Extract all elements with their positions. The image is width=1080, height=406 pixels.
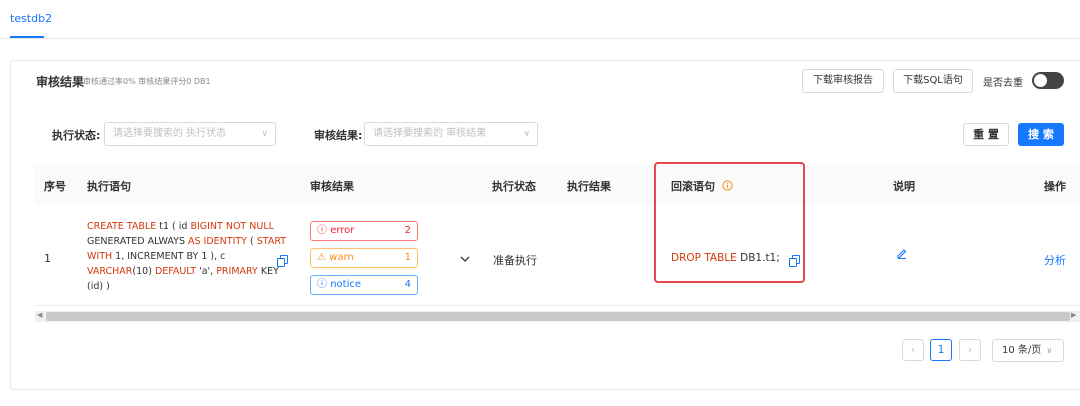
expand-chevron-icon[interactable] — [459, 254, 471, 264]
page-size-value: 10 条/页 — [1002, 345, 1042, 356]
audit-tag-warn[interactable]: ⚠ warn 1 — [310, 248, 418, 268]
exec-status-filter-label: 执行状态: — [52, 129, 101, 142]
notice-label: notice — [330, 279, 361, 290]
sql-text: GENERATED ALWAYS — [87, 236, 188, 247]
column-header-exec-result: 执行结果 — [567, 180, 611, 193]
chevron-down-icon: ∨ — [523, 129, 530, 139]
sql-keyword: BIGINT NOT NULL — [190, 221, 274, 232]
audit-tag-error[interactable]: ⓘ error 2 — [310, 221, 418, 241]
audit-tag-notice[interactable]: ⓘ notice 4 — [310, 275, 418, 295]
reset-button[interactable]: 重 置 — [963, 123, 1009, 146]
sql-text: 1, INCREMENT BY 1 ), c — [112, 251, 226, 262]
scrollbar-thumb[interactable] — [46, 312, 1070, 321]
download-report-button[interactable]: 下载审核报告 — [802, 69, 884, 93]
copy-sql-icon[interactable] — [277, 255, 288, 267]
row-divider — [35, 305, 1080, 306]
sql-keyword: DEFAULT — [154, 266, 197, 277]
error-label: error — [330, 225, 355, 236]
notice-count: 4 — [404, 279, 411, 290]
row-index: 1 — [44, 252, 51, 265]
edit-icon[interactable] — [896, 247, 908, 259]
table-header — [35, 165, 1080, 205]
result-title: 审核结果 — [36, 75, 85, 89]
sql-text: 'a', — [196, 266, 217, 277]
column-header-sql: 执行语句 — [87, 180, 131, 193]
page-number-button[interactable]: 1 — [930, 339, 952, 361]
search-button[interactable]: 搜 索 — [1018, 123, 1064, 146]
column-header-index: 序号 — [44, 180, 66, 193]
column-header-exec-status: 执行状态 — [492, 180, 536, 193]
download-sql-button[interactable]: 下载SQL语句 — [893, 69, 973, 93]
column-header-audit-result: 审核结果 — [310, 180, 354, 193]
exec-status-select[interactable]: 请选择要搜索的 执行状态 ∨ — [104, 122, 276, 146]
prev-page-button[interactable]: ‹ — [902, 339, 924, 361]
exec-status-value: 准备执行 — [493, 254, 537, 267]
notice-icon: ⓘ — [317, 279, 327, 290]
dedup-toggle-knob — [1034, 74, 1047, 87]
tab-divider — [0, 38, 1080, 39]
tab-testdb2[interactable]: testdb2 — [10, 12, 52, 25]
page-size-select[interactable]: 10 条/页 ∨ — [992, 339, 1064, 362]
scroll-left-icon[interactable]: ◀ — [37, 311, 42, 319]
sql-keyword: CREATE TABLE — [87, 221, 157, 232]
warn-label: warn — [329, 252, 354, 263]
audit-result-placeholder: 请选择要搜索的 审核结果 — [373, 128, 487, 139]
result-meta: 审核通过率0% 审核结果评分0 DB1 — [83, 77, 211, 86]
audit-result-select[interactable]: 请选择要搜索的 审核结果 ∨ — [364, 122, 538, 146]
chevron-down-icon: ∨ — [261, 129, 268, 139]
warning-icon: ⚠ — [317, 252, 326, 263]
error-icon: ⓘ — [317, 225, 327, 236]
warn-count: 1 — [404, 252, 411, 263]
error-count: 2 — [404, 225, 411, 236]
scroll-right-icon[interactable]: ▶ — [1071, 311, 1076, 319]
column-header-description: 说明 — [893, 180, 915, 193]
sql-statement: CREATE TABLE t1 ( id BIGINT NOT NULL GEN… — [87, 219, 292, 294]
chevron-down-icon: ∨ — [1046, 346, 1053, 355]
rollback-highlight-box — [654, 162, 805, 283]
sql-keyword: PRIMARY — [216, 266, 258, 277]
sql-keyword: AS IDENTITY — [188, 236, 247, 247]
sql-keyword: VARCHAR — [87, 266, 133, 277]
next-page-button[interactable]: › — [959, 339, 981, 361]
sql-text: t1 ( id — [156, 221, 191, 232]
analyze-link[interactable]: 分析 — [1044, 252, 1066, 268]
dedup-label: 是否去重 — [983, 78, 1023, 89]
audit-result-filter-label: 审核结果: — [314, 129, 363, 142]
column-header-actions: 操作 — [1044, 180, 1066, 193]
sql-text: (10) — [132, 266, 155, 277]
exec-status-placeholder: 请选择要搜索的 执行状态 — [113, 128, 227, 139]
sql-text: ( — [247, 236, 257, 247]
